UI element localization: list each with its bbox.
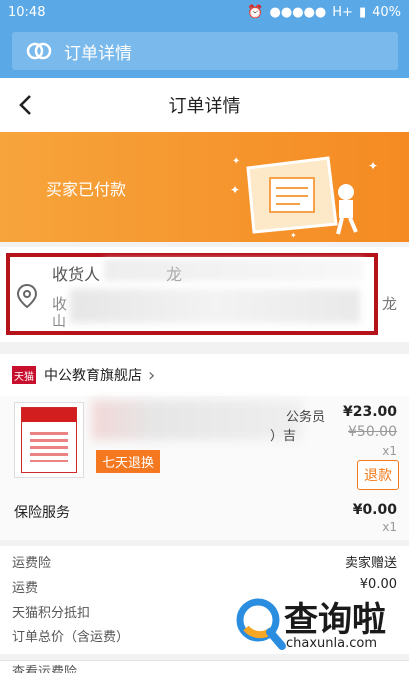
- insurance-service-row: 保险服务 ¥0.00 x1: [0, 494, 409, 540]
- location-pin-icon: [16, 283, 38, 309]
- app-title-bar[interactable]: 订单详情: [12, 32, 398, 70]
- carrier-label: H+: [332, 4, 353, 20]
- nav-bar: 订单详情: [0, 78, 409, 132]
- item-original-price: ¥50.00: [348, 424, 397, 440]
- svg-text:✦: ✦: [290, 231, 297, 240]
- book-cover-image: [21, 407, 77, 473]
- battery-icon: ▮: [358, 4, 367, 20]
- alarm-icon: ⏰: [247, 4, 264, 20]
- address-tail: 龙: [382, 295, 398, 313]
- seven-day-return-tag: 七天退换: [96, 450, 161, 473]
- fee-label: 运费: [12, 581, 39, 596]
- status-bar: 10:48 ⏰ ●●●●● H+ ▮ 40%: [0, 0, 409, 24]
- item-quantity: x1: [382, 444, 397, 458]
- order-status-banner: 买家已付款 ✦ ✦ ✦ ✦: [0, 132, 409, 242]
- svg-text:✦: ✦: [232, 156, 240, 167]
- shop-name: 中公教育旗舰店: [44, 368, 142, 384]
- tmall-badge: 天猫: [12, 366, 36, 384]
- package-illustration: ✦ ✦ ✦ ✦: [230, 156, 378, 240]
- page-title: 订单详情: [168, 96, 241, 117]
- battery-label: 40%: [372, 4, 401, 20]
- shipping-insurance-label: 查看运费险: [12, 665, 78, 673]
- address-prefix-2: 山: [52, 314, 66, 330]
- shop-header[interactable]: 天猫 中公教育旗舰店 ›: [0, 354, 409, 396]
- product-name-line2: ）吉: [270, 429, 297, 444]
- signal-icon: ●●●●●: [269, 4, 327, 20]
- status-time: 10:48: [8, 4, 46, 20]
- insurance-price: ¥0.00: [352, 502, 397, 518]
- fee-label: 订单总价（含运费）: [12, 630, 130, 645]
- order-status-text: 买家已付款: [46, 180, 127, 199]
- app-bar: 订单详情: [0, 24, 409, 78]
- watermark: 查询啦 chaxunla.com: [232, 584, 402, 664]
- watermark-text: 查询啦: [284, 600, 386, 640]
- svg-text:✦: ✦: [230, 183, 240, 197]
- product-thumbnail[interactable]: [14, 402, 84, 478]
- shipping-address-card[interactable]: 收货人 龙 收 山 龙: [0, 247, 409, 342]
- chat-logo-icon: [26, 42, 52, 60]
- fee-value: 卖家赠送: [344, 556, 397, 571]
- order-item[interactable]: 公务员 ）吉 七天退换 ¥23.00 ¥50.00 x1 退款: [0, 396, 409, 494]
- product-name-line1: 公务员: [286, 410, 326, 425]
- app-title: 订单详情: [64, 43, 132, 64]
- recipient-name-partial: 龙: [166, 265, 183, 284]
- address-redaction: [70, 289, 360, 323]
- insurance-title: 保险服务: [14, 505, 70, 521]
- svg-text:✦: ✦: [368, 159, 378, 173]
- recipient-label: 收货人: [52, 265, 101, 284]
- magnifier-logo-icon: [236, 598, 286, 650]
- back-chevron-icon[interactable]: [10, 88, 44, 122]
- watermark-url: chaxunla.com: [286, 636, 377, 651]
- refund-button[interactable]: 退款: [357, 460, 399, 490]
- fee-label: 运费险: [12, 556, 52, 571]
- chevron-right-icon: ›: [148, 364, 156, 386]
- fee-row: 运费险 卖家赠送: [12, 552, 397, 571]
- fee-label: 天猫积分抵扣: [12, 606, 91, 621]
- recipient-redaction: [104, 259, 364, 281]
- insurance-quantity: x1: [382, 520, 397, 534]
- item-price: ¥23.00: [342, 404, 397, 420]
